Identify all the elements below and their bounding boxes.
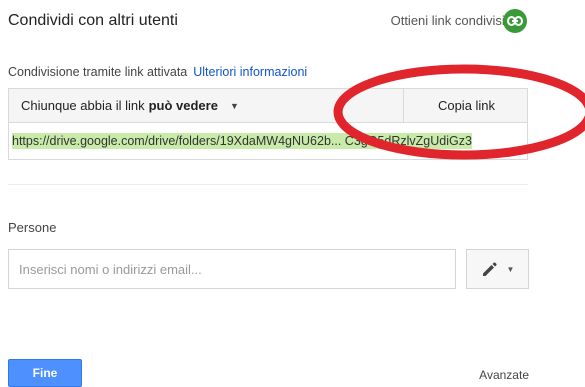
link-icon (507, 16, 523, 26)
permission-edit-button[interactable]: ▼ (466, 249, 529, 289)
more-info-link[interactable]: Ulteriori informazioni (193, 65, 307, 79)
permission-dropdown[interactable]: Chiunque abbia il link può vedere ▼ (21, 98, 239, 113)
section-divider (8, 184, 528, 185)
dialog-title: Condividi con altri utenti (8, 12, 178, 29)
link-sharing-status-text: Condivisione tramite link attivata (8, 65, 188, 79)
people-label: Persone (8, 220, 57, 235)
copy-link-button[interactable]: Copia link (404, 89, 529, 122)
link-sharing-box: Chiunque abbia il link può vedere ▼ Copi… (8, 88, 528, 160)
permission-prefix: Chiunque abbia il link (21, 98, 145, 113)
advanced-link[interactable]: Avanzate (479, 368, 529, 382)
share-url-text: https://drive.google.com/drive/folders/1… (12, 133, 472, 149)
chevron-down-icon: ▼ (229, 100, 239, 111)
permission-level: può vedere (148, 98, 218, 113)
pencil-icon (482, 262, 497, 276)
chevron-down-icon: ▼ (506, 264, 515, 274)
link-sharing-status: Condivisione tramite link attivata Ulteri… (8, 65, 307, 79)
link-sharing-toolbar: Chiunque abbia il link può vedere ▼ Copi… (9, 89, 527, 123)
share-url-field[interactable]: https://drive.google.com/drive/folders/1… (12, 129, 524, 153)
link-badge[interactable] (503, 9, 527, 33)
done-button[interactable]: Fine (8, 359, 82, 387)
people-email-input[interactable]: Inserisci nomi o indirizzi email... (8, 249, 456, 289)
